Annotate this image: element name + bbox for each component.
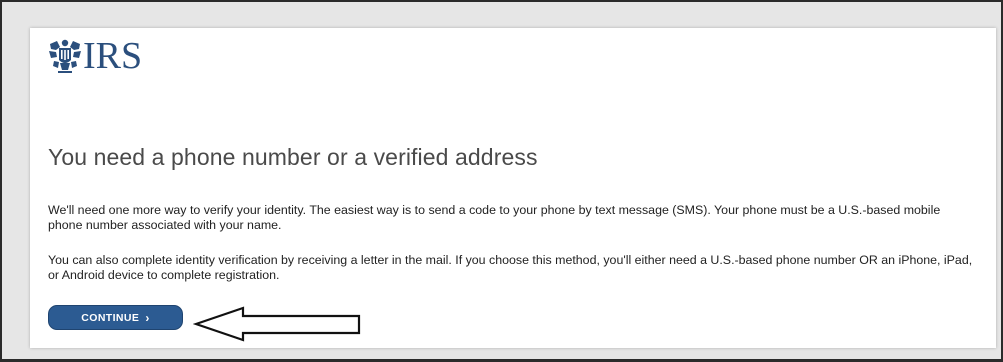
irs-logo[interactable]: IRS [48, 36, 142, 76]
continue-button[interactable]: CONTINUE › [48, 305, 183, 330]
content-card: IRS You need a phone number or a verifie… [30, 28, 996, 348]
screenshot-frame: IRS You need a phone number or a verifie… [0, 0, 1003, 362]
irs-eagle-logo-icon [49, 39, 81, 73]
left-arrow-icon [193, 306, 361, 342]
page-title: You need a phone number or a verified ad… [48, 144, 538, 170]
verification-explanation-text: We'll need one more way to verify your i… [48, 203, 941, 232]
continue-button-label: CONTINUE [81, 311, 140, 324]
irs-logo-text: IRS [83, 35, 143, 77]
mail-verification-text: You can also complete identity verificat… [48, 253, 973, 282]
chevron-right-icon: › [145, 310, 150, 325]
